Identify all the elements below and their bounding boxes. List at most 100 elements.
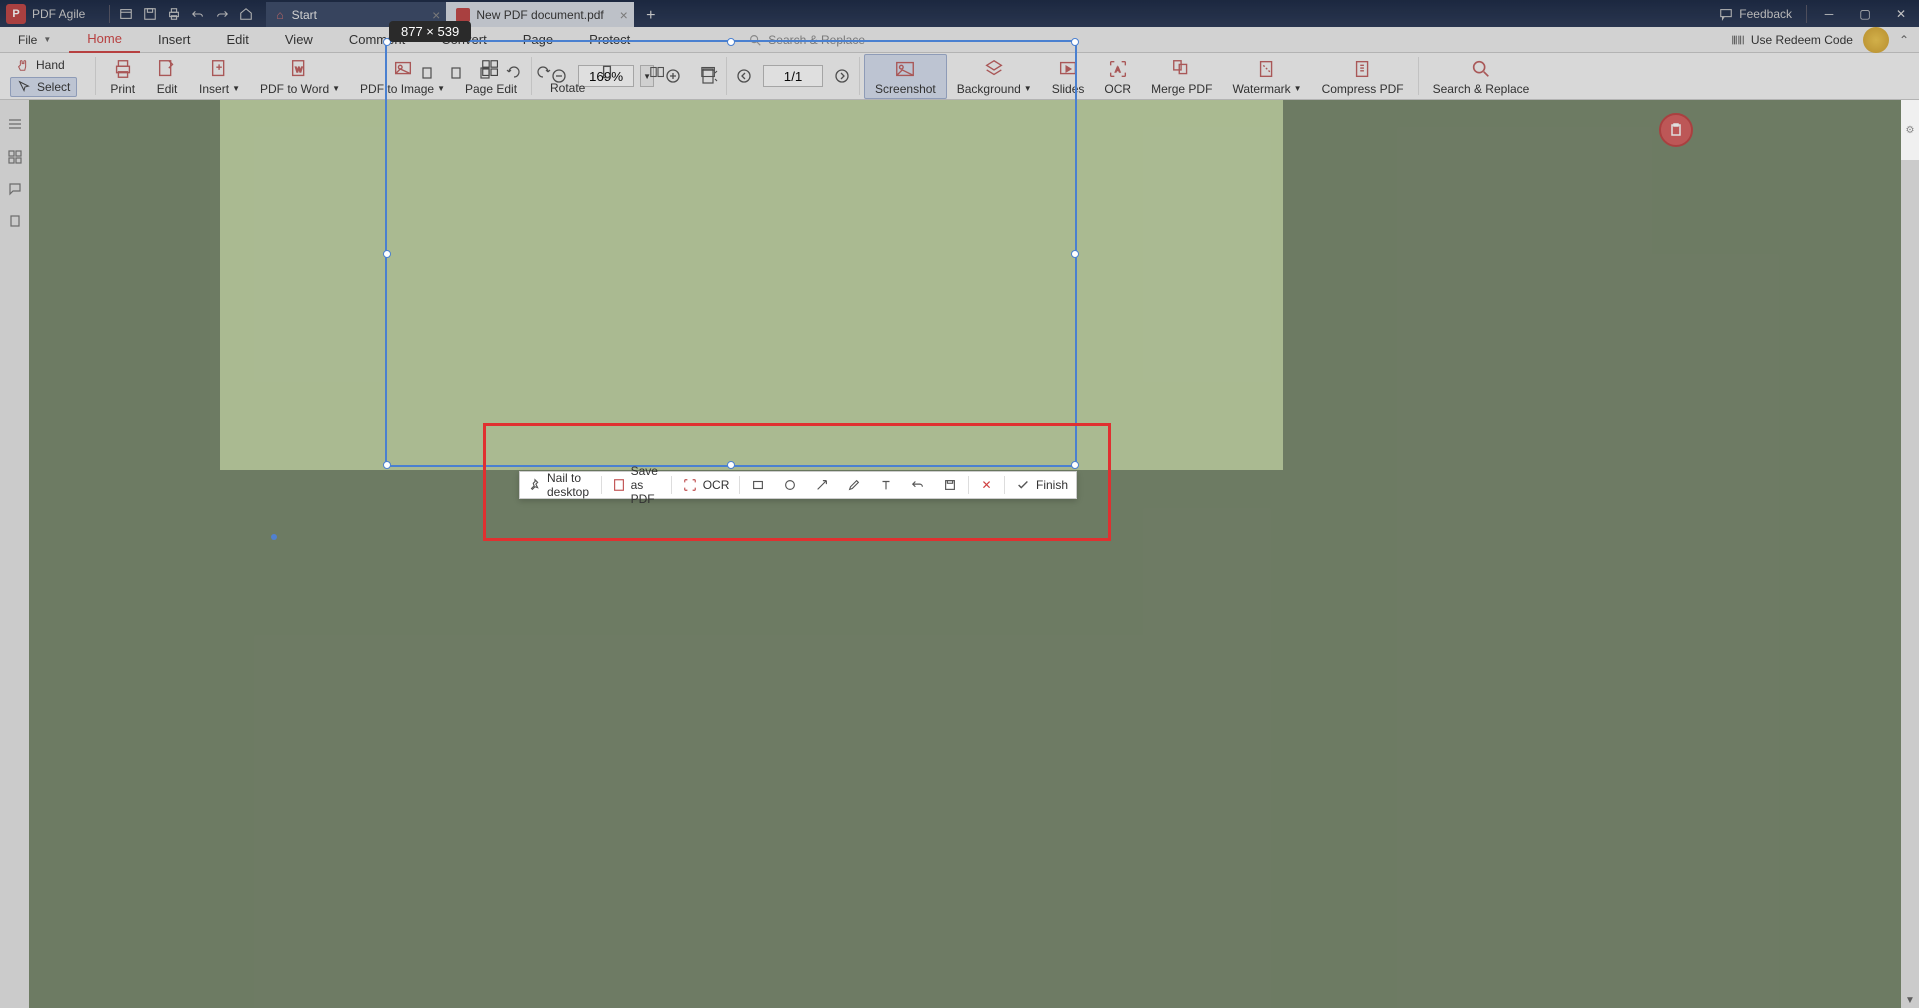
print-button[interactable]: Print bbox=[100, 55, 145, 98]
draw-rect-button[interactable] bbox=[742, 472, 774, 498]
right-properties-icon[interactable]: ⚙ bbox=[1901, 100, 1919, 160]
feedback-button[interactable]: Feedback bbox=[1709, 7, 1802, 21]
chevron-down-icon: ▼ bbox=[332, 84, 340, 93]
search-replace-button[interactable]: Search & Replace bbox=[1423, 55, 1540, 98]
menu-insert[interactable]: Insert bbox=[140, 27, 209, 53]
text-icon bbox=[878, 477, 894, 493]
comments-icon[interactable] bbox=[6, 180, 24, 198]
menu-edit[interactable]: Edit bbox=[208, 27, 266, 53]
compress-pdf-button[interactable]: Compress PDF bbox=[1312, 55, 1414, 98]
draw-circle-button[interactable] bbox=[774, 472, 806, 498]
tab-pdf-document[interactable]: New PDF document.pdf × bbox=[446, 2, 633, 27]
home-icon[interactable] bbox=[234, 2, 258, 26]
app-logo: P bbox=[6, 4, 26, 24]
ocr-button[interactable]: A OCR bbox=[1094, 55, 1141, 98]
cancel-screenshot-button[interactable]: ✕ bbox=[970, 472, 1002, 498]
open-icon[interactable] bbox=[114, 2, 138, 26]
maximize-button[interactable]: ▢ bbox=[1847, 0, 1883, 27]
redeem-code-button[interactable]: Use Redeem Code bbox=[1731, 33, 1853, 47]
pdf-to-word-icon: W bbox=[288, 57, 312, 81]
merge-pdf-button[interactable]: Merge PDF bbox=[1141, 55, 1222, 98]
undo-icon bbox=[910, 477, 926, 493]
bookmarks-icon[interactable] bbox=[6, 116, 24, 134]
save-as-pdf-button[interactable]: Save as PDF bbox=[604, 472, 670, 498]
close-button[interactable]: ✕ bbox=[1883, 0, 1919, 27]
minimize-button[interactable]: ─ bbox=[1811, 0, 1847, 27]
floating-action-button[interactable] bbox=[1659, 113, 1693, 147]
print-icon[interactable] bbox=[162, 2, 186, 26]
attachments-icon[interactable] bbox=[6, 212, 24, 230]
resize-handle-br[interactable] bbox=[1071, 461, 1079, 469]
resize-handle-tm[interactable] bbox=[727, 38, 735, 46]
circle-icon bbox=[782, 477, 798, 493]
user-avatar[interactable] bbox=[1863, 27, 1889, 53]
new-tab-button[interactable]: + bbox=[638, 5, 664, 27]
screenshot-ocr-button[interactable]: OCR bbox=[674, 472, 738, 498]
draw-brush-button[interactable] bbox=[838, 472, 870, 498]
menu-home[interactable]: Home bbox=[69, 27, 140, 53]
finish-screenshot-button[interactable]: Finish bbox=[1007, 472, 1076, 498]
undo-annotation-button[interactable] bbox=[902, 472, 934, 498]
resize-handle-bl[interactable] bbox=[383, 461, 391, 469]
titlebar: P PDF Agile ⌂ Start × New PDF document.p… bbox=[0, 0, 1919, 27]
resize-handle-ml[interactable] bbox=[383, 250, 391, 258]
redo-icon[interactable] bbox=[210, 2, 234, 26]
hand-label: Hand bbox=[36, 58, 65, 72]
chevron-down-icon: ▼ bbox=[43, 35, 51, 44]
nail-label: Nail to desktop bbox=[547, 471, 591, 499]
close-icon: ✕ bbox=[978, 477, 994, 493]
vertical-scrollbar[interactable]: ▲ ▼ bbox=[1901, 100, 1919, 1008]
search-icon bbox=[1469, 57, 1493, 81]
screenshot-selection[interactable] bbox=[385, 40, 1077, 467]
resize-handle-mr[interactable] bbox=[1071, 250, 1079, 258]
screenshot-toolbar: Nail to desktop Save as PDF OCR ✕ Finish bbox=[519, 471, 1077, 499]
svg-text:A: A bbox=[1115, 64, 1120, 73]
finish-label: Finish bbox=[1036, 478, 1068, 492]
watermark-button[interactable]: Watermark▼ bbox=[1222, 55, 1311, 98]
menu-view[interactable]: View bbox=[267, 27, 331, 53]
edit-button[interactable]: Edit bbox=[145, 55, 189, 98]
save-annotation-button[interactable] bbox=[934, 472, 966, 498]
screenshot-ocr-label: OCR bbox=[703, 478, 730, 492]
collapse-ribbon-icon[interactable]: ⌃ bbox=[1899, 33, 1909, 47]
check-icon bbox=[1015, 477, 1031, 493]
redeem-code-label: Use Redeem Code bbox=[1751, 33, 1853, 47]
insert-button[interactable]: Insert▼ bbox=[189, 55, 250, 98]
undo-icon[interactable] bbox=[186, 2, 210, 26]
tab-pdf-label: New PDF document.pdf bbox=[476, 8, 603, 22]
pdf-icon bbox=[456, 8, 470, 22]
ocr-icon: A bbox=[1106, 57, 1130, 81]
save-icon[interactable] bbox=[138, 2, 162, 26]
pdf-to-word-button[interactable]: W PDF to Word▼ bbox=[250, 55, 350, 98]
rect-icon bbox=[750, 477, 766, 493]
barcode-icon bbox=[1731, 33, 1745, 47]
insert-icon bbox=[208, 57, 232, 81]
thumbnails-icon[interactable] bbox=[6, 148, 24, 166]
resize-handle-bm[interactable] bbox=[727, 461, 735, 469]
draw-text-button[interactable] bbox=[870, 472, 902, 498]
selection-dimensions-badge: 877 × 539 bbox=[389, 21, 471, 42]
select-tool[interactable]: Select bbox=[10, 77, 77, 97]
nail-to-desktop-button[interactable]: Nail to desktop bbox=[520, 472, 599, 498]
chevron-down-icon: ▼ bbox=[232, 84, 240, 93]
scroll-down-icon[interactable]: ▼ bbox=[1901, 992, 1919, 1008]
file-menu-label: File bbox=[18, 33, 37, 47]
arrow-icon bbox=[814, 477, 830, 493]
hand-tool[interactable]: Hand bbox=[10, 56, 77, 74]
hand-icon bbox=[16, 58, 30, 72]
search-replace-label: Search & Replace bbox=[1433, 82, 1530, 96]
close-icon[interactable]: × bbox=[620, 7, 628, 23]
edit-icon bbox=[155, 57, 179, 81]
home-icon: ⌂ bbox=[276, 8, 283, 22]
left-sidebar bbox=[0, 100, 29, 1008]
insert-label: Insert bbox=[199, 82, 229, 96]
ocr-label: OCR bbox=[1104, 82, 1131, 96]
cursor-marker bbox=[271, 534, 277, 540]
pdf-to-word-label: PDF to Word bbox=[260, 82, 329, 96]
file-menu[interactable]: File ▼ bbox=[0, 27, 69, 53]
draw-arrow-button[interactable] bbox=[806, 472, 838, 498]
watermark-icon bbox=[1255, 57, 1279, 81]
resize-handle-tr[interactable] bbox=[1071, 38, 1079, 46]
watermark-label: Watermark bbox=[1232, 82, 1290, 96]
print-label: Print bbox=[110, 82, 135, 96]
